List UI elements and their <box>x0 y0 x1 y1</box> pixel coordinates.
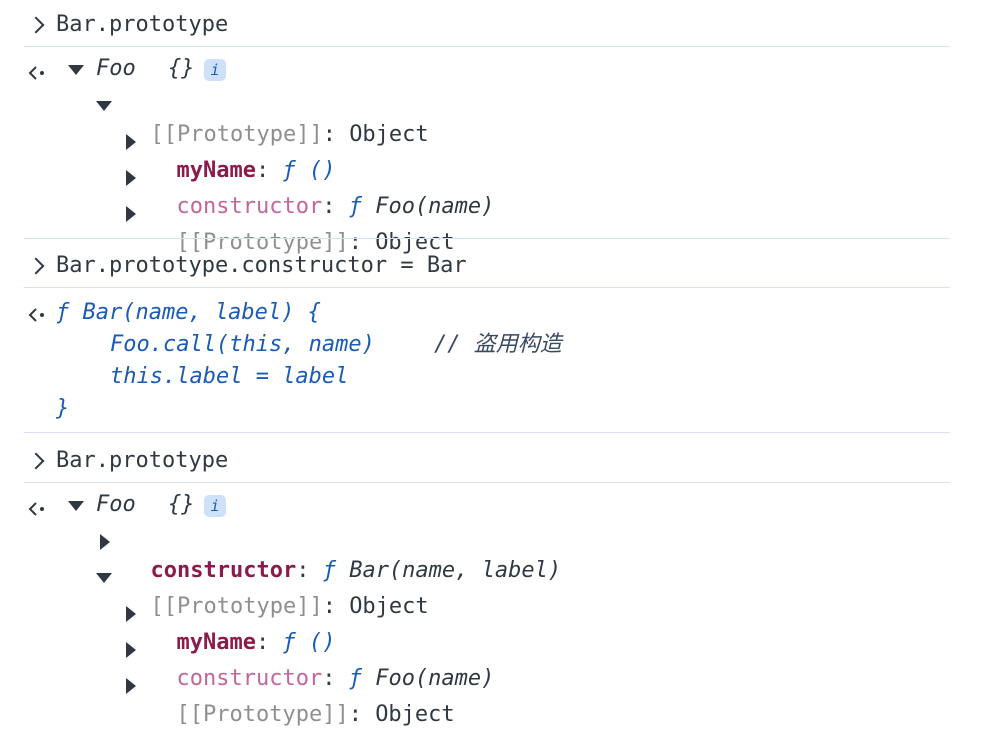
prompt-chevron-icon <box>27 452 45 470</box>
divider <box>24 432 950 433</box>
collapse-toggle-icon[interactable] <box>100 534 110 550</box>
expand-toggle-icon[interactable] <box>68 501 84 511</box>
collapse-toggle-icon[interactable] <box>126 170 136 186</box>
result-arrow-icon <box>28 66 44 80</box>
function-source-line: Foo.call(this, name) <box>110 332 375 357</box>
divider <box>24 287 950 288</box>
prompt-chevron-icon <box>27 16 45 34</box>
function-source-line: } <box>56 396 70 421</box>
prototype-value: Object <box>349 122 429 147</box>
object-class-name[interactable]: Foo <box>96 54 136 84</box>
object-braces: {} <box>168 56 195 81</box>
function-source-line[interactable]: ƒ Bar(name, label) { <box>56 298 321 328</box>
object-class-name[interactable]: Foo <box>96 490 136 520</box>
prototype-row[interactable]: [[Prototype]]: Object <box>150 198 455 258</box>
prototype-value: Object <box>375 702 455 727</box>
divider <box>24 482 950 483</box>
info-badge[interactable]: i <box>204 59 226 81</box>
prompt-chevron-icon <box>27 257 45 275</box>
expand-toggle-icon[interactable] <box>96 573 112 583</box>
colon: : <box>348 702 376 727</box>
console-input[interactable]: Bar.prototype <box>56 10 228 40</box>
result-arrow-icon <box>28 308 44 322</box>
info-badge[interactable]: i <box>204 495 226 517</box>
collapse-toggle-icon[interactable] <box>126 606 136 622</box>
prototype-key: [[Prototype]] <box>176 702 349 727</box>
collapse-toggle-icon[interactable] <box>126 134 136 150</box>
prototype-value: Object <box>349 594 429 619</box>
console-input[interactable]: Bar.prototype <box>56 446 228 476</box>
divider <box>24 46 950 47</box>
collapse-toggle-icon[interactable] <box>126 678 136 694</box>
object-braces: {} <box>168 492 195 517</box>
collapse-toggle-icon[interactable] <box>126 642 136 658</box>
expand-toggle-icon[interactable] <box>96 101 112 111</box>
collapse-toggle-icon[interactable] <box>126 206 136 222</box>
console-input[interactable]: Bar.prototype.constructor = Bar <box>56 251 467 281</box>
result-arrow-icon <box>28 502 44 516</box>
expand-toggle-icon[interactable] <box>68 65 84 75</box>
divider <box>24 238 950 239</box>
source-comment: // 盗用构造 <box>434 332 562 357</box>
prototype-row[interactable]: [[Prototype]]: Object <box>150 670 455 730</box>
function-source-line: this.label = label <box>110 364 349 389</box>
